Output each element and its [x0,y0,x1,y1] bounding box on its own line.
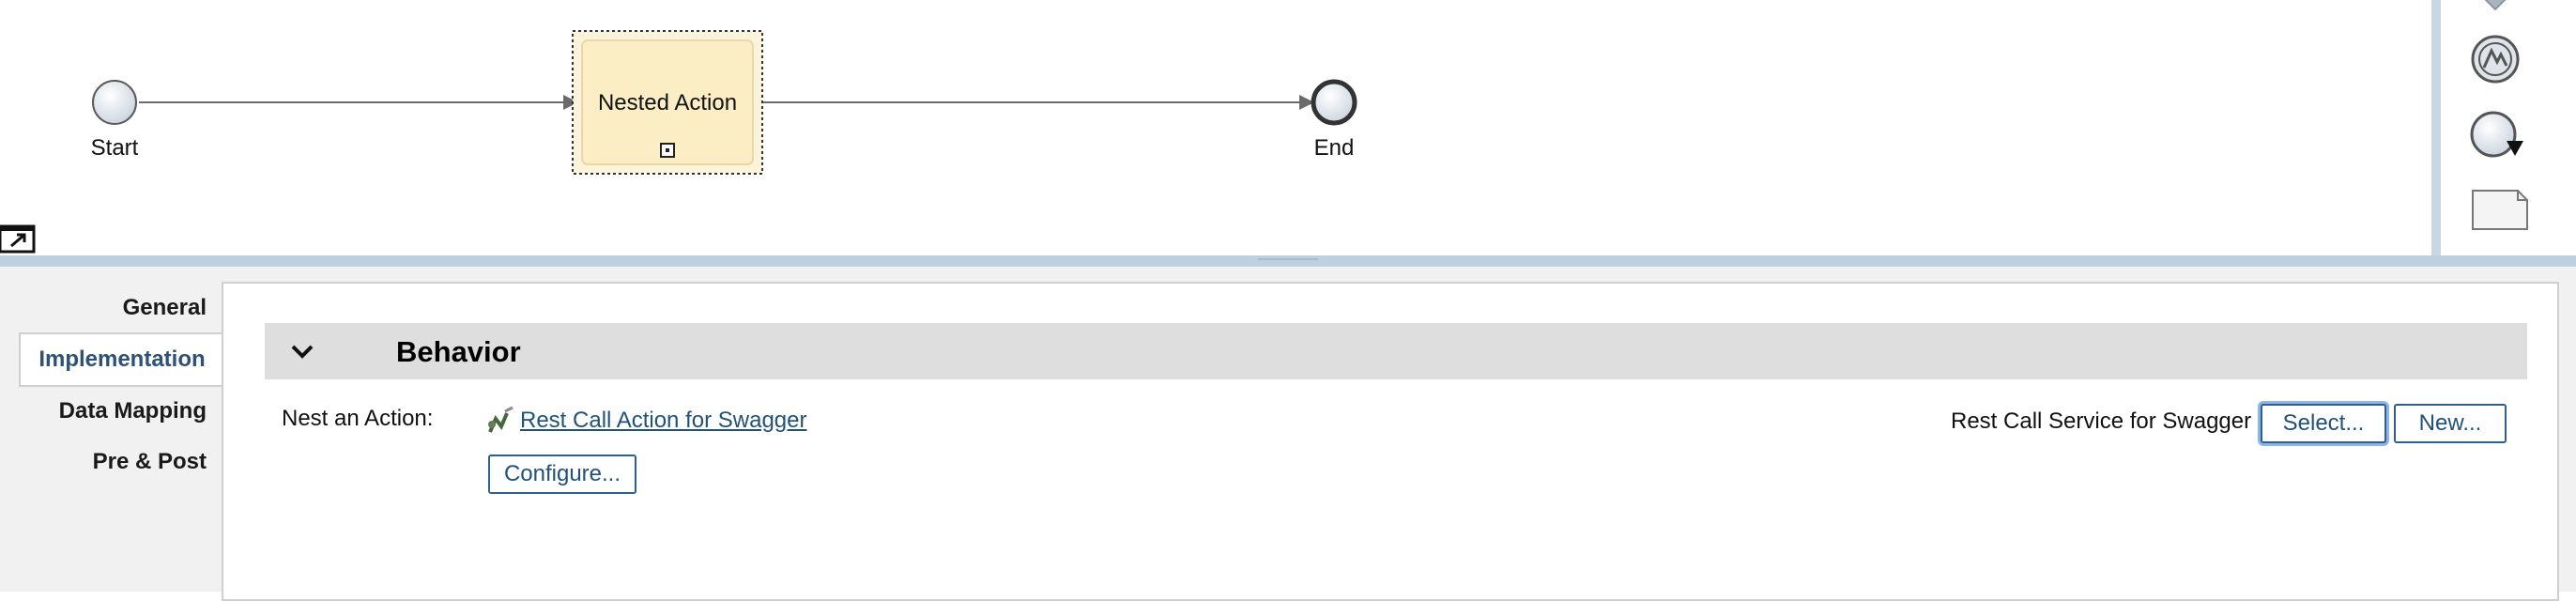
tab-pre-post[interactable]: Pre & Post [93,449,207,475]
subprocess-marker-dot [666,148,669,152]
configure-button[interactable]: Configure... [488,455,636,494]
nest-action-label: Nest an Action: [282,406,434,431]
shape-palette [2431,0,2576,255]
rest-call-action-link[interactable]: Rest Call Action for Swagger [520,408,806,434]
new-button[interactable]: New... [2394,404,2507,443]
end-event-label: End [1313,135,1355,161]
diagram-svg [0,30,1357,254]
rest-action-icon [488,406,514,433]
panel-splitter[interactable] [0,255,2576,267]
palette-svg [2470,0,2528,230]
property-tabs: General Implementation Data Mapping Pre … [0,267,223,592]
expand-view-icon[interactable] [0,224,36,254]
note-icon[interactable] [2472,190,2528,230]
tab-general[interactable]: General [123,295,207,321]
signal-event-icon[interactable] [2471,35,2520,84]
end-event[interactable] [1311,79,1357,126]
behavior-section-header[interactable]: Behavior [265,323,2527,379]
properties-area: General Implementation Data Mapping Pre … [0,267,2576,601]
diamond-icon[interactable] [2484,0,2507,11]
start-event[interactable] [92,80,137,125]
implementation-panel: Behavior Nest an Action: Rest Call Actio… [222,282,2559,601]
tab-data-mapping[interactable]: Data Mapping [59,398,207,424]
event-dropdown-icon[interactable] [2470,111,2523,158]
chevron-down-icon[interactable] [287,336,317,366]
start-event-label: Start [90,135,139,161]
tab-implementation[interactable]: Implementation [19,332,223,387]
rest-call-service-label: Rest Call Service for Swagger [1951,408,2252,434]
task-label: Nested Action [597,90,738,116]
section-title: Behavior [396,335,521,368]
select-button[interactable]: Select... [2261,404,2386,443]
splitter-grip[interactable] [1258,258,1318,260]
process-diagram-canvas[interactable]: Start Nested Action End [0,0,2431,255]
